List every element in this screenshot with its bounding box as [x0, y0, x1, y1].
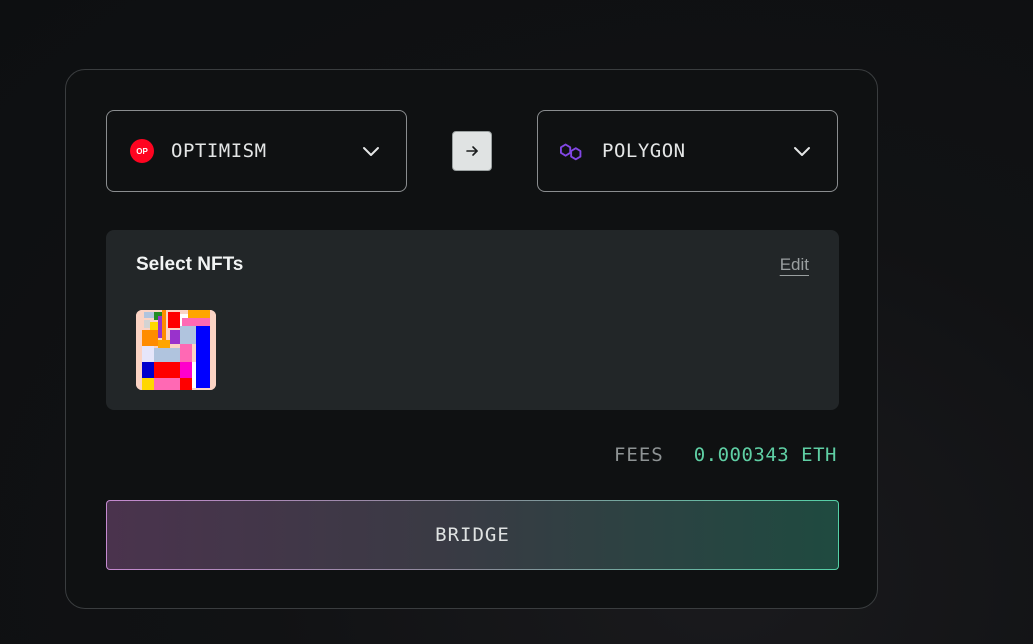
nft-thumbnail[interactable] [136, 310, 216, 390]
chevron-down-icon [360, 140, 382, 162]
chevron-down-icon [791, 140, 813, 162]
bridge-button-label: BRIDGE [435, 524, 510, 546]
fees-label: FEES [613, 444, 664, 466]
optimism-logo-text: OP [136, 147, 148, 156]
nft-selection-panel: Select NFTs Edit [106, 230, 839, 410]
to-chain-select[interactable]: POLYGON [537, 110, 838, 192]
swap-direction-button[interactable] [452, 131, 492, 171]
from-chain-select[interactable]: OP OPTIMISM [106, 110, 407, 192]
fees-row: FEES 0.000343 ETH [614, 444, 837, 466]
bridge-card: OP OPTIMISM POLYGON Select NFTs Edit FEE… [65, 69, 878, 609]
nft-pixel-art-image [136, 310, 216, 390]
fees-value: 0.000343 ETH [693, 444, 837, 466]
optimism-logo-icon: OP [129, 138, 155, 164]
edit-nfts-link[interactable]: Edit [780, 255, 809, 275]
polygon-logo-icon [560, 138, 586, 164]
arrow-right-icon [464, 143, 480, 159]
bridge-button[interactable]: BRIDGE [106, 500, 839, 570]
to-chain-label: POLYGON [602, 140, 686, 162]
nft-section-title: Select NFTs [136, 254, 244, 275]
from-chain-label: OPTIMISM [171, 140, 267, 162]
